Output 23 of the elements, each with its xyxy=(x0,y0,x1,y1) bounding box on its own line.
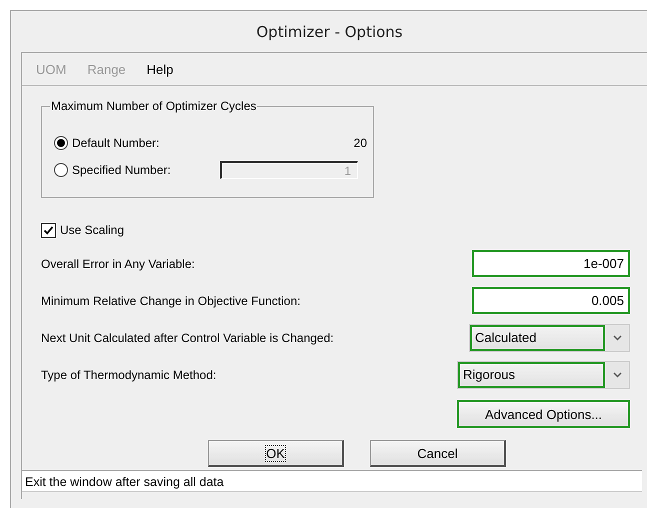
dropdown[interactable]: Rigorous xyxy=(457,360,630,388)
setting-label: Overall Error in Any Variable: xyxy=(41,256,195,270)
menu-item[interactable]: Help xyxy=(146,62,174,76)
radio-button[interactable] xyxy=(54,136,68,150)
status-bar: Exit the window after saving all data xyxy=(22,470,642,492)
dropdown[interactable]: Calculated xyxy=(469,324,630,352)
setting-label: Next Unit Calculated after Control Variable is Changed: xyxy=(41,330,334,344)
setting-label: Minimum Relative Change in Objective Function: xyxy=(41,294,300,308)
group-title: Maximum Number of Optimizer Cycles xyxy=(50,99,258,113)
value-text: 20 xyxy=(352,136,367,150)
radio-label: Specified Number: xyxy=(72,162,172,176)
advanced-options-button[interactable]: Advanced Options... xyxy=(457,400,630,428)
chevron-down-icon xyxy=(612,372,622,378)
input-field[interactable]: 1e-007 xyxy=(472,250,630,277)
chevron-down-icon xyxy=(612,334,622,340)
checkbox-label: Use Scaling xyxy=(60,223,124,237)
checkbox[interactable] xyxy=(41,222,56,238)
dialog-button[interactable]: Cancel xyxy=(370,440,506,467)
radio-label: Default Number: xyxy=(72,136,160,150)
window-title: Optimizer - Options xyxy=(256,22,403,40)
setting-label: Type of Thermodynamic Method: xyxy=(41,368,216,382)
input-field[interactable]: 0.005 xyxy=(472,287,630,314)
dialog-button[interactable]: OK xyxy=(208,440,344,467)
